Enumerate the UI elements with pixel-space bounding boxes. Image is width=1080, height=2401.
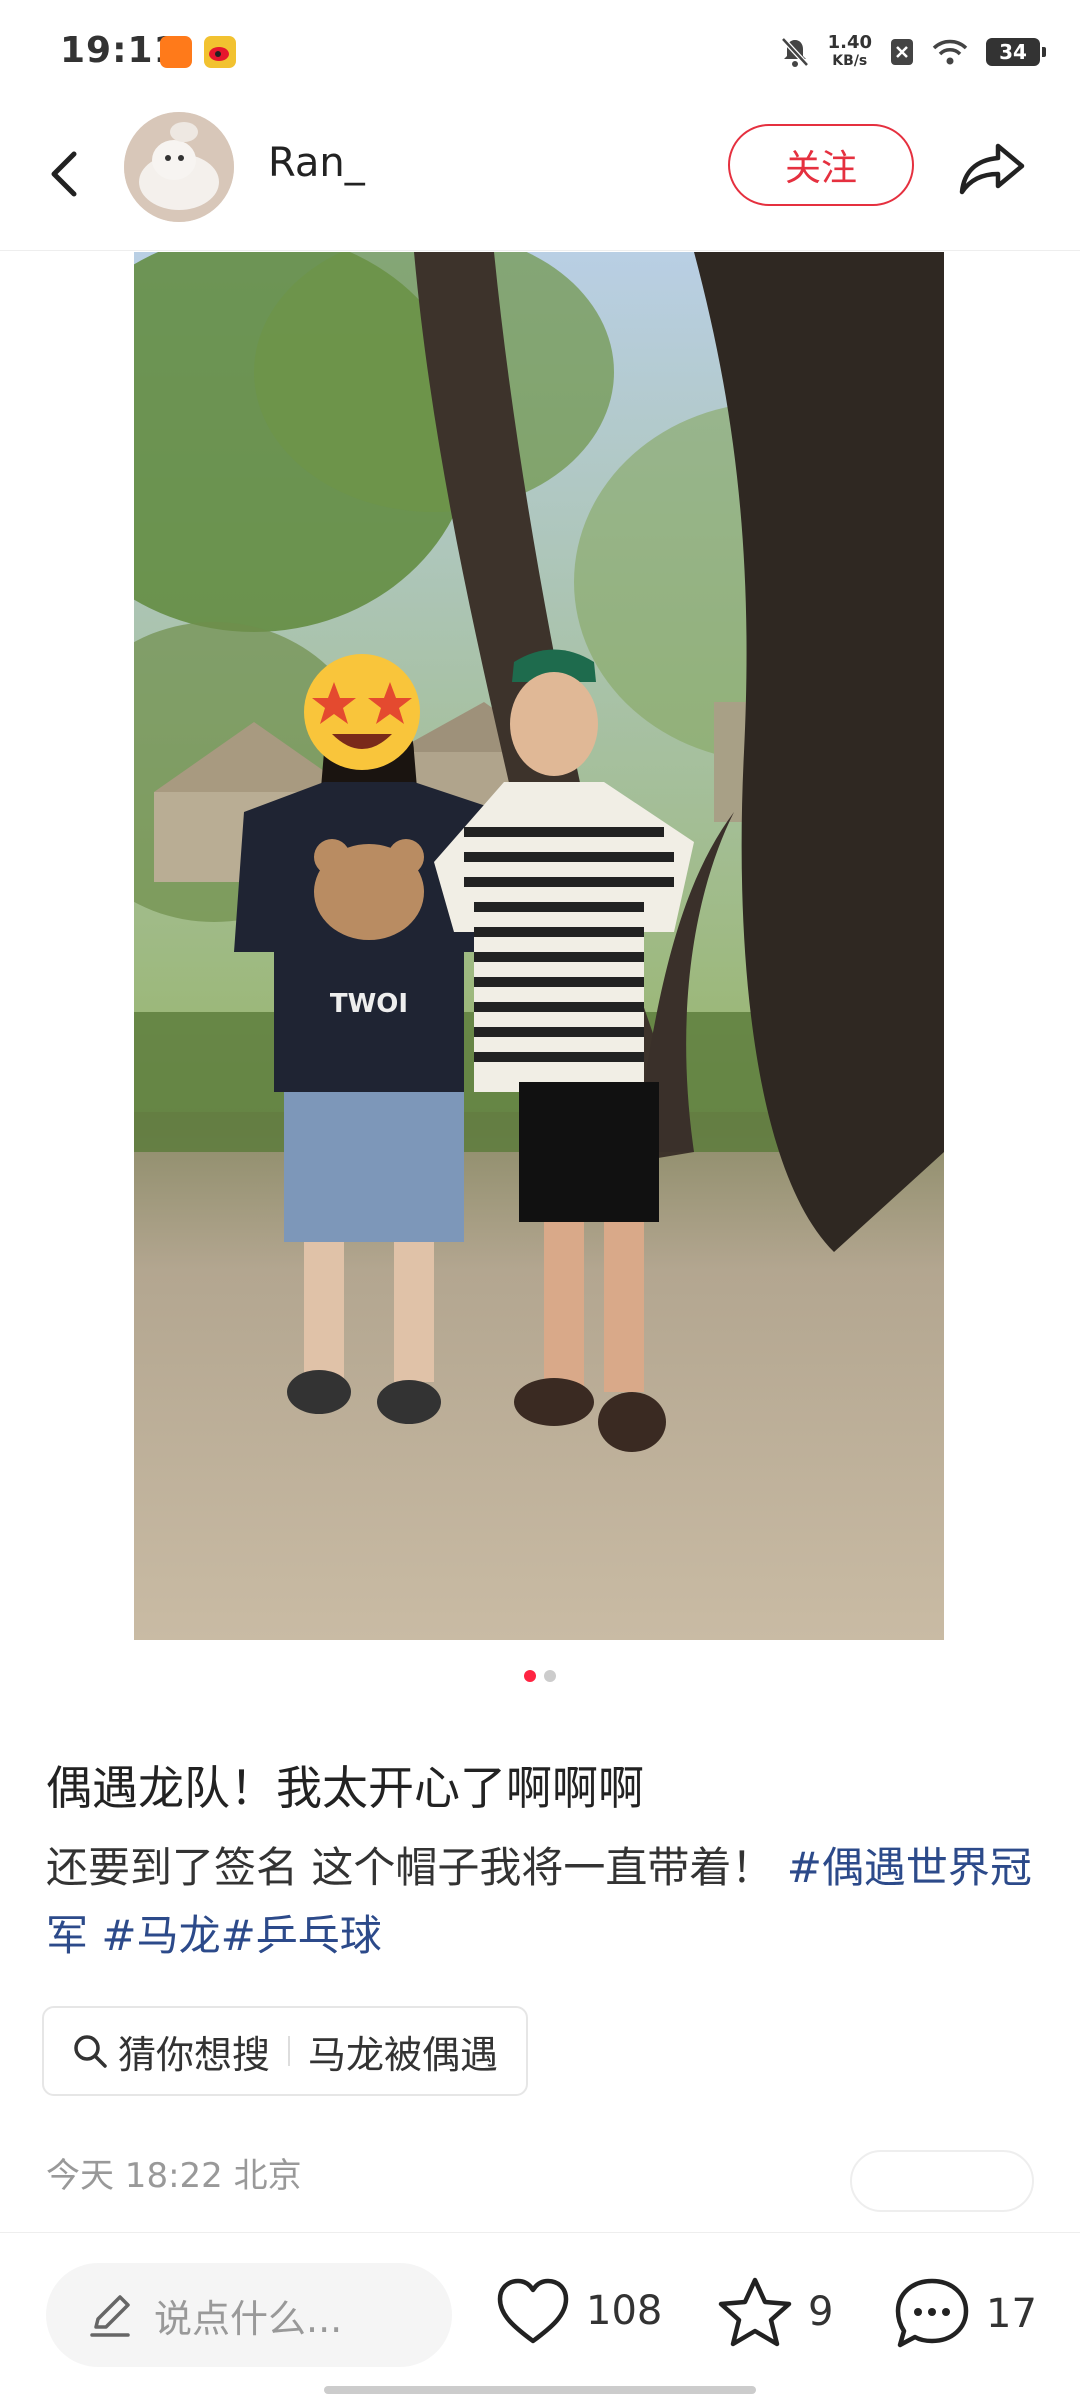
carousel-indicator [0,1670,1080,1682]
username[interactable]: Ran_ [268,140,365,186]
share-button[interactable] [952,128,1032,208]
status-right-group: 1.40 KB/s 34 [780,30,1046,74]
favorite-count: 9 [808,2289,834,2335]
heart-icon [497,2278,569,2344]
post-meta: 今天 18:22 北京 [46,2156,302,2196]
carousel-dot-1 [524,1670,536,1682]
home-indicator[interactable] [324,2386,756,2394]
sim-icon [891,39,913,65]
bottom-action-bar: 说点什么... 108 9 17 [0,2232,1080,2401]
hashtag-link[interactable]: #乒乓球 [221,1911,382,1960]
like-button[interactable]: 108 [494,2275,662,2347]
pen-icon [90,2295,130,2337]
comment-icon [895,2278,969,2348]
post-desc-text: 还要到了签名 这个帽子我将一直带着！ [46,1843,774,1892]
comment-placeholder: 说点什么... [154,2296,343,2341]
shirt-print-text: TWOI [330,989,408,1019]
taobao-app-icon [160,36,192,68]
net-speed-unit: KB/s [832,53,868,69]
net-speed: 1.40 KB/s [828,34,872,70]
follow-button[interactable]: 关注 [728,124,914,206]
hashtag-link[interactable]: #马龙 [101,1911,220,1960]
comment-count: 17 [986,2291,1037,2337]
carousel-dot-2 [544,1670,556,1682]
user-avatar[interactable] [124,112,234,222]
share-icon [959,143,1025,195]
status-bar: 19:11 1.40 KB/s 34 [0,0,1080,100]
mute-icon [780,37,809,67]
back-button[interactable] [38,138,98,208]
chip-divider [288,2036,291,2066]
weibo-app-icon [204,36,236,68]
wifi-icon [932,39,968,65]
comment-input[interactable]: 说点什么... [46,2263,452,2367]
faded-pill [850,2150,1034,2212]
search-suggestion-prefix: 猜你想搜 [118,2032,271,2077]
battery-indicator: 34 [986,38,1046,66]
net-speed-value: 1.40 [827,32,872,53]
search-suggestion-chip[interactable]: 猜你想搜 马龙被偶遇 [42,2006,529,2096]
post-header: Ran_ 关注 [0,100,1080,251]
back-icon [51,151,77,197]
post-title: 偶遇龙队！我太开心了啊啊啊 [46,1761,644,1815]
favorite-button[interactable]: 9 [716,2275,833,2349]
post-image[interactable]: TWOI [134,252,944,1640]
search-suggestion-term: 马龙被偶遇 [308,2032,499,2077]
like-count: 108 [586,2288,663,2334]
post-description: 还要到了签名 这个帽子我将一直带着！ #偶遇世界冠军 #马龙#乒乓球 [46,1834,1036,1970]
comment-button[interactable]: 17 [892,2275,1037,2353]
star-icon [718,2277,792,2347]
search-icon [74,2035,107,2068]
